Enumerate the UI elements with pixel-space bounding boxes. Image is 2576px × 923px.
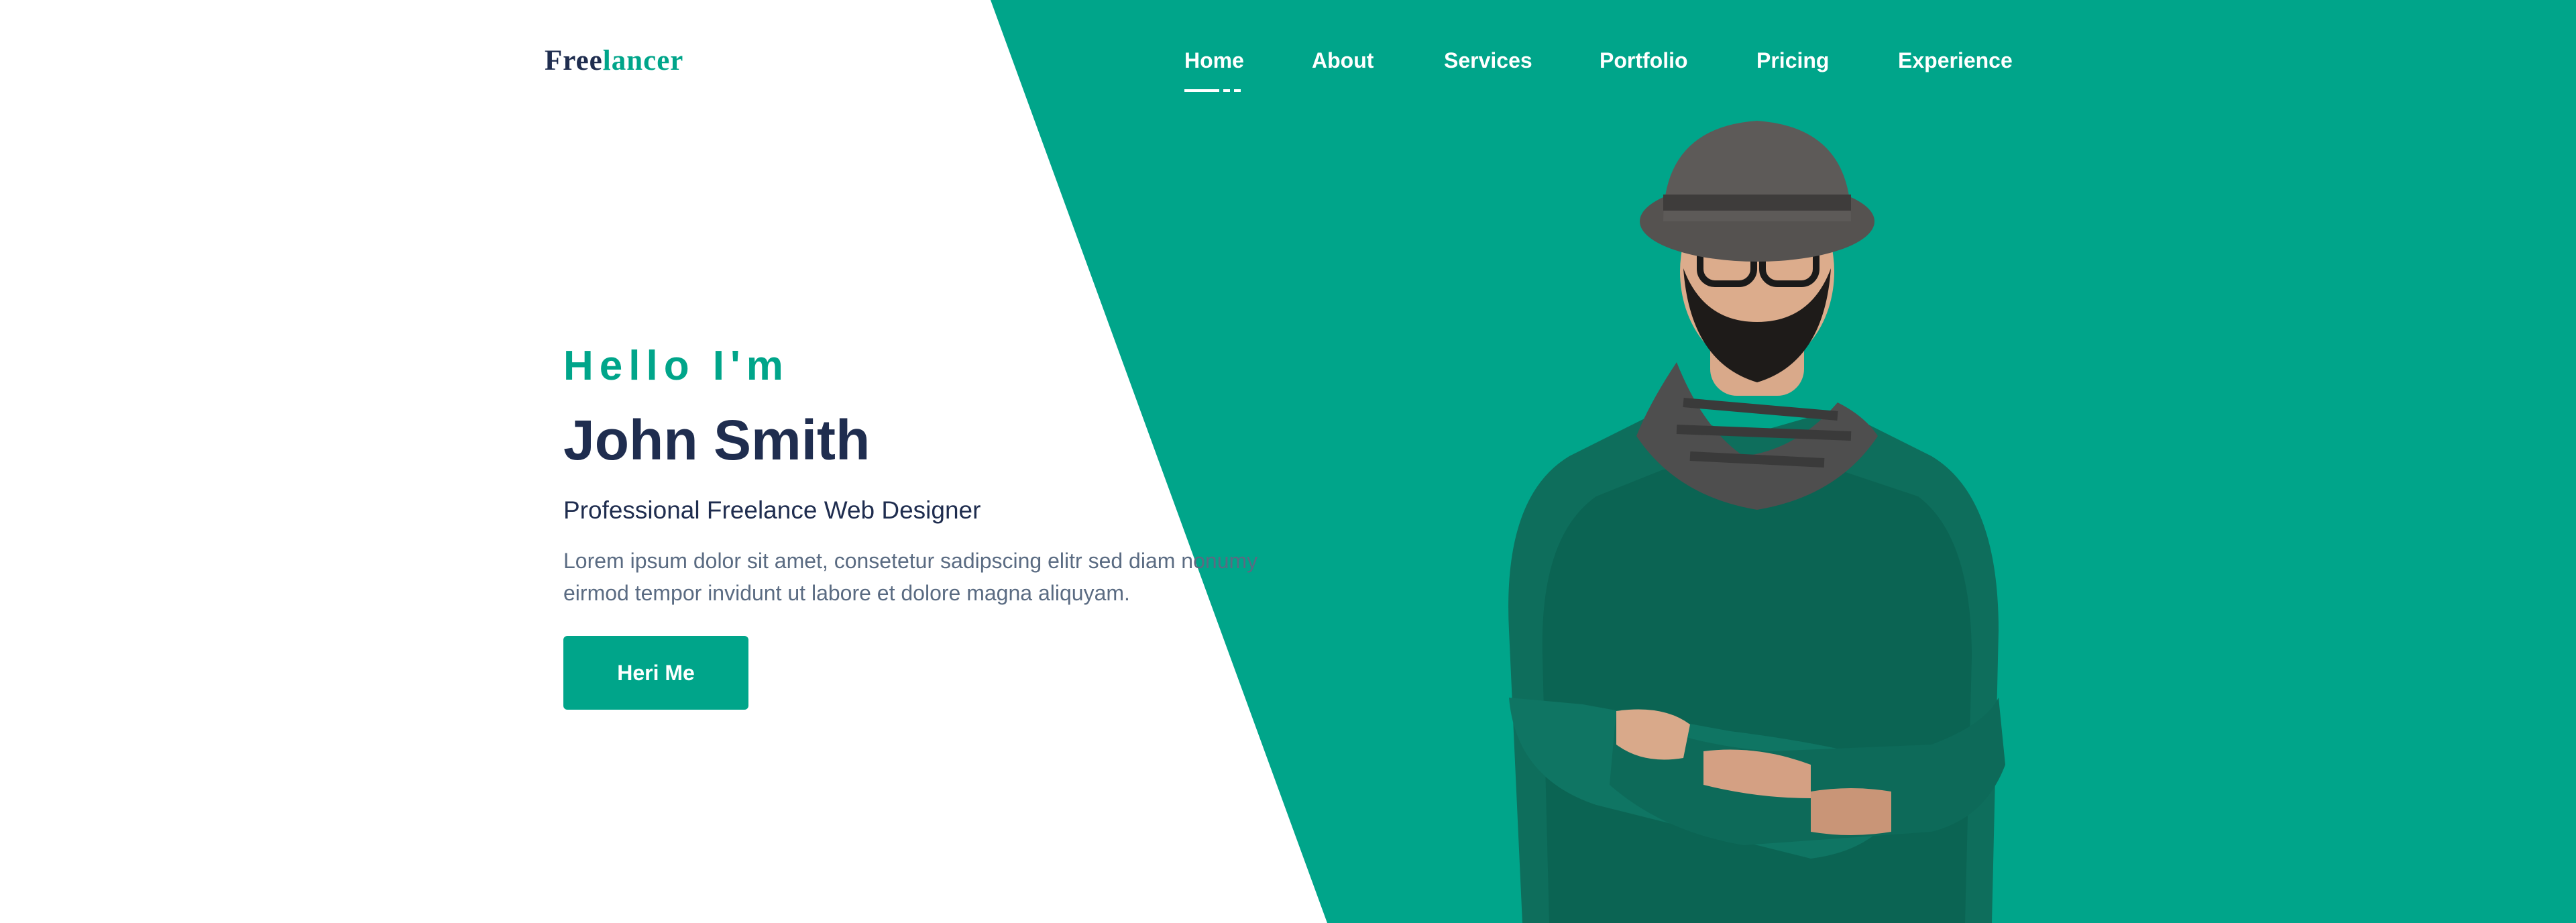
nav-services[interactable]: Services <box>1444 48 1532 73</box>
hero-greeting: Hello I'm <box>563 343 789 389</box>
nav-active-indicator <box>1184 89 1241 93</box>
logo-text-part2: lancer <box>602 45 684 76</box>
logo-text-part1: Free <box>545 45 603 76</box>
nav-portfolio[interactable]: Portfolio <box>1600 48 1688 73</box>
nav-about[interactable]: About <box>1312 48 1374 73</box>
nav-home[interactable]: Home <box>1184 48 1244 73</box>
hire-me-button[interactable]: Heri Me <box>563 636 748 710</box>
hero-description: Lorem ipsum dolor sit amet, consetetur s… <box>563 549 1258 605</box>
site-logo[interactable]: Freelancer <box>545 44 683 77</box>
hero-subtitle: Professional Freelance Web Designer <box>563 496 981 524</box>
hero-name: John Smith <box>563 409 871 472</box>
nav-experience[interactable]: Experience <box>1898 48 2013 73</box>
hero-person-photo <box>1508 121 2005 923</box>
hero-green-background <box>991 0 2576 923</box>
nav-pricing[interactable]: Pricing <box>1756 48 1829 73</box>
